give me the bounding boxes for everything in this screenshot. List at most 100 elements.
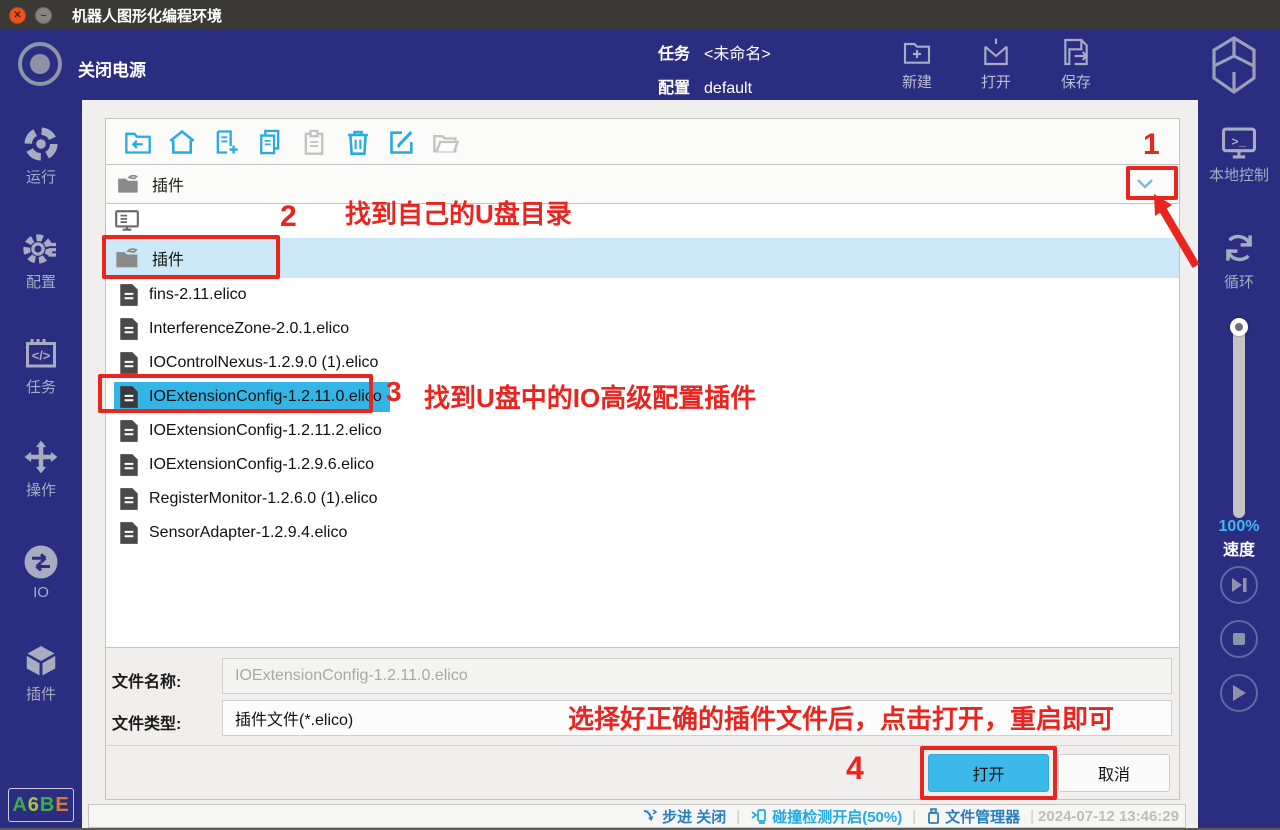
- robot-model-badge: A6BE: [8, 788, 74, 822]
- save-label: 保存: [1044, 71, 1108, 92]
- file-item[interactable]: InterferenceZone-2.0.1.elico: [106, 312, 1179, 346]
- speed-readout: 100% 速度: [1198, 518, 1280, 560]
- sidebar-item-io[interactable]: IO: [0, 544, 82, 601]
- sidebar-item-plugin[interactable]: 插件: [0, 643, 82, 704]
- folder-up-button[interactable]: [116, 122, 160, 162]
- file-manager-status[interactable]: 文件管理器: [926, 806, 1020, 827]
- trash-icon: [344, 129, 372, 155]
- file-dialog-toolbar: [105, 118, 1180, 165]
- copy-button[interactable]: [248, 122, 292, 162]
- speed-slider[interactable]: [1233, 322, 1245, 518]
- computer-root-item[interactable]: [106, 204, 1179, 238]
- file-icon: [118, 351, 140, 375]
- file-item-label: InterferenceZone-2.0.1.elico: [149, 320, 349, 338]
- io-label: IO: [0, 584, 82, 601]
- file-icon: [118, 317, 140, 341]
- speed-slider-knob[interactable]: [1230, 318, 1248, 336]
- home-button[interactable]: [160, 122, 204, 162]
- edit-icon: [388, 129, 416, 155]
- window-close-button[interactable]: ✕: [9, 7, 26, 24]
- window-titlebar: ✕ – 机器人图形化编程环境: [0, 0, 1280, 30]
- cancel-button[interactable]: 取消: [1058, 754, 1170, 792]
- task-sidebar-label: 任务: [0, 376, 82, 397]
- file-item[interactable]: fins-2.11.elico: [106, 278, 1179, 312]
- collision-label: 碰撞检测开启(50%): [772, 806, 902, 827]
- file-icon: [118, 419, 140, 443]
- loop-button[interactable]: 循环: [1198, 229, 1280, 292]
- sidebar-item-run[interactable]: 运行: [0, 126, 82, 187]
- paste-button[interactable]: [292, 122, 336, 162]
- local-control-label: 本地控制: [1198, 164, 1280, 185]
- local-control-icon: >_: [1220, 126, 1258, 160]
- new-file-button[interactable]: [204, 122, 248, 162]
- button-row-divider: [106, 745, 1179, 746]
- skip-next-icon: [1230, 577, 1248, 593]
- folder-icon: [114, 246, 142, 270]
- status-separator: |: [1030, 808, 1034, 825]
- brand-logo-icon: [1206, 34, 1262, 101]
- status-separator: |: [912, 808, 916, 825]
- speed-label: 速度: [1198, 536, 1280, 560]
- loop-label: 循环: [1198, 271, 1280, 292]
- file-item[interactable]: IOExtensionConfig-1.2.9.6.elico: [106, 448, 1179, 482]
- file-type-label: 文件类型:: [112, 710, 181, 734]
- file-type-select[interactable]: 插件文件(*.elico): [222, 700, 1172, 736]
- current-folder-icon: [116, 173, 142, 195]
- new-task-button[interactable]: 新建: [885, 36, 949, 92]
- file-plus-icon: [212, 129, 240, 155]
- window-minimize-button[interactable]: –: [35, 7, 52, 24]
- io-icon: [23, 544, 59, 580]
- step-next-button[interactable]: [1220, 566, 1258, 604]
- file-item-label: fins-2.11.elico: [149, 286, 247, 304]
- usb-icon: [926, 807, 941, 825]
- collision-icon: [750, 807, 768, 825]
- file-icon: [118, 283, 140, 307]
- computer-icon: [114, 209, 140, 233]
- power-icon[interactable]: [18, 42, 62, 86]
- play-button[interactable]: [1220, 674, 1258, 712]
- file-item[interactable]: IOExtensionConfig-1.2.11.2.elico: [106, 414, 1179, 448]
- path-dropdown-button[interactable]: [1123, 169, 1167, 199]
- open-task-button[interactable]: 打开: [964, 36, 1028, 92]
- file-name-input[interactable]: IOExtensionConfig-1.2.11.0.elico: [222, 658, 1172, 694]
- chevron-down-icon: [1136, 178, 1154, 190]
- current-path: 插件: [152, 172, 184, 196]
- file-item[interactable]: IOControlNexus-1.2.9.0 (1).elico: [106, 346, 1179, 380]
- right-sidebar: >_ 本地控制 循环 100% 速度: [1198, 100, 1280, 830]
- new-label: 新建: [885, 71, 949, 92]
- play-icon: [1231, 684, 1247, 702]
- step-mode-icon: [642, 808, 658, 824]
- delete-button[interactable]: [336, 122, 380, 162]
- local-control-button[interactable]: >_ 本地控制: [1198, 126, 1280, 185]
- power-label: 关闭电源: [78, 56, 146, 81]
- run-icon: [23, 126, 59, 162]
- step-mode-status[interactable]: 步进 关闭: [642, 806, 726, 827]
- file-item-selected[interactable]: IOExtensionConfig-1.2.11.0.elico: [106, 380, 1179, 414]
- stop-button[interactable]: [1220, 620, 1258, 658]
- sidebar-item-task[interactable]: </> 任务: [0, 336, 82, 397]
- save-task-button[interactable]: 保存: [1044, 36, 1108, 92]
- path-bar[interactable]: 插件: [105, 165, 1180, 204]
- new-folder-icon: [900, 36, 934, 68]
- sidebar-item-config[interactable]: 配置: [0, 231, 82, 292]
- svg-text:</>: </>: [32, 348, 50, 363]
- run-label: 运行: [0, 166, 82, 187]
- plugin-label: 插件: [0, 683, 82, 704]
- rename-button[interactable]: [380, 122, 424, 162]
- file-item[interactable]: SensorAdapter-1.2.9.4.elico: [106, 516, 1179, 550]
- open-button[interactable]: 打开: [928, 754, 1049, 792]
- folder-item-plugin[interactable]: 插件: [106, 238, 1179, 278]
- paste-icon: [300, 129, 328, 155]
- file-name-label: 文件名称:: [112, 668, 181, 692]
- config-gear-icon: [23, 231, 59, 267]
- save-icon: [1059, 36, 1093, 68]
- open-folder-button[interactable]: [424, 122, 468, 162]
- file-item[interactable]: RegisterMonitor-1.2.6.0 (1).elico: [106, 482, 1179, 516]
- file-item-label: IOExtensionConfig-1.2.9.6.elico: [149, 456, 374, 474]
- sidebar-item-operate[interactable]: 操作: [0, 439, 82, 500]
- home-icon: [168, 129, 196, 155]
- file-item-label: SensorAdapter-1.2.9.4.elico: [149, 524, 347, 542]
- collision-status[interactable]: 碰撞检测开启(50%): [750, 806, 902, 827]
- left-sidebar: 运行 配置 </> 任务 操作: [0, 100, 82, 830]
- task-value: <未命名>: [704, 46, 771, 63]
